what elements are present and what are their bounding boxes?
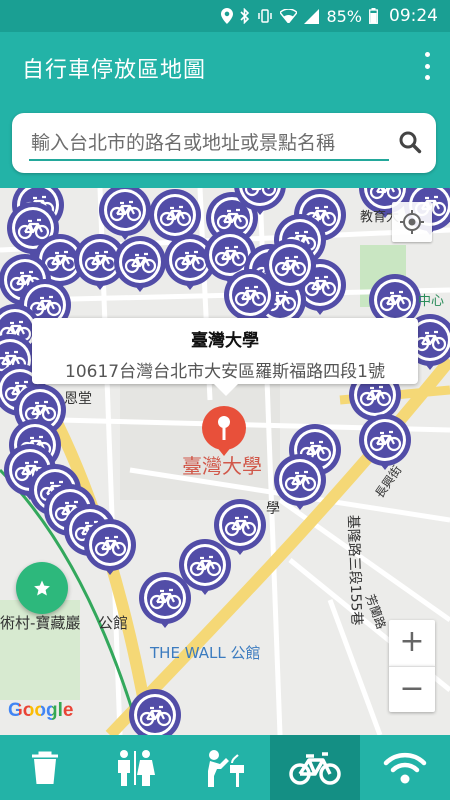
place-info-window[interactable]: 臺灣大學 10617台灣台北市大安區羅斯福路四段1號 <box>32 318 418 396</box>
google-attribution: Google <box>8 700 73 722</box>
restroom-icon <box>118 749 155 786</box>
drinking-fountain-icon <box>208 749 244 787</box>
my-location-button[interactable] <box>392 202 432 242</box>
place-label: 學 <box>266 501 280 517</box>
signal-icon <box>304 8 320 24</box>
place-label: 恩堂 <box>64 391 92 407</box>
app-bar: 自行車停放區地圖 <box>0 32 450 100</box>
trash-can-icon <box>32 751 58 784</box>
zoom-in-button[interactable]: + <box>389 620 435 666</box>
bike-parking-marker[interactable] <box>99 188 151 240</box>
status-icons: 85% 09:24 <box>221 6 438 26</box>
zoom-out-button[interactable]: − <box>389 666 435 712</box>
place-label: 公館 <box>98 614 129 632</box>
bike-parking-marker[interactable] <box>114 236 166 292</box>
google-logo-text: Google <box>8 700 74 721</box>
search-input[interactable] <box>29 127 389 161</box>
vibrate-icon <box>258 9 273 23</box>
place-address: 10617台灣台北市大安區羅斯福路四段1號 <box>65 362 385 382</box>
place-name: 臺灣大學 <box>191 331 259 351</box>
place-label: 中心 <box>418 294 445 309</box>
bluetooth-icon <box>240 8 250 24</box>
wifi-status-icon <box>280 9 298 23</box>
app-title: 自行車停放區地圖 <box>22 58 207 83</box>
overflow-menu-button[interactable] <box>422 52 432 80</box>
battery-percent: 85% <box>326 6 362 26</box>
dot <box>424 63 430 69</box>
nav-bicycle[interactable] <box>270 735 360 800</box>
battery-icon <box>369 8 378 24</box>
clock: 09:24 <box>389 6 438 26</box>
wifi-icon <box>383 752 427 783</box>
nav-drinking-water[interactable] <box>180 735 270 800</box>
nav-restroom[interactable] <box>90 735 180 800</box>
place-label: THE WALL 公館 <box>150 644 261 662</box>
bottom-navigation <box>0 735 450 800</box>
nav-wifi[interactable] <box>360 735 450 800</box>
location-icon <box>221 8 234 24</box>
crosshair-icon <box>400 210 424 234</box>
map-view[interactable]: 臺灣大學 基隆路三段155巷 術村-寶藏巖 公館 THE WALL 公館 芳蘭路… <box>0 188 450 735</box>
search-card <box>12 113 436 173</box>
search-icon[interactable] <box>398 130 422 154</box>
road-label: 基隆路三段155巷 <box>344 514 365 626</box>
dot <box>424 75 430 80</box>
status-bar: 85% 09:24 <box>0 0 450 32</box>
search-area <box>0 100 450 188</box>
bike-parking-marker[interactable] <box>139 572 191 628</box>
bike-parking-marker[interactable] <box>84 519 136 575</box>
place-label: 術村-寶藏巖 <box>0 614 81 632</box>
bicycle-icon <box>289 751 341 785</box>
nav-trash[interactable] <box>0 735 90 800</box>
star-icon <box>34 580 50 596</box>
favorite-fab[interactable] <box>16 562 68 614</box>
dot <box>424 52 430 57</box>
place-marker-label: 臺灣大學 <box>182 454 262 478</box>
